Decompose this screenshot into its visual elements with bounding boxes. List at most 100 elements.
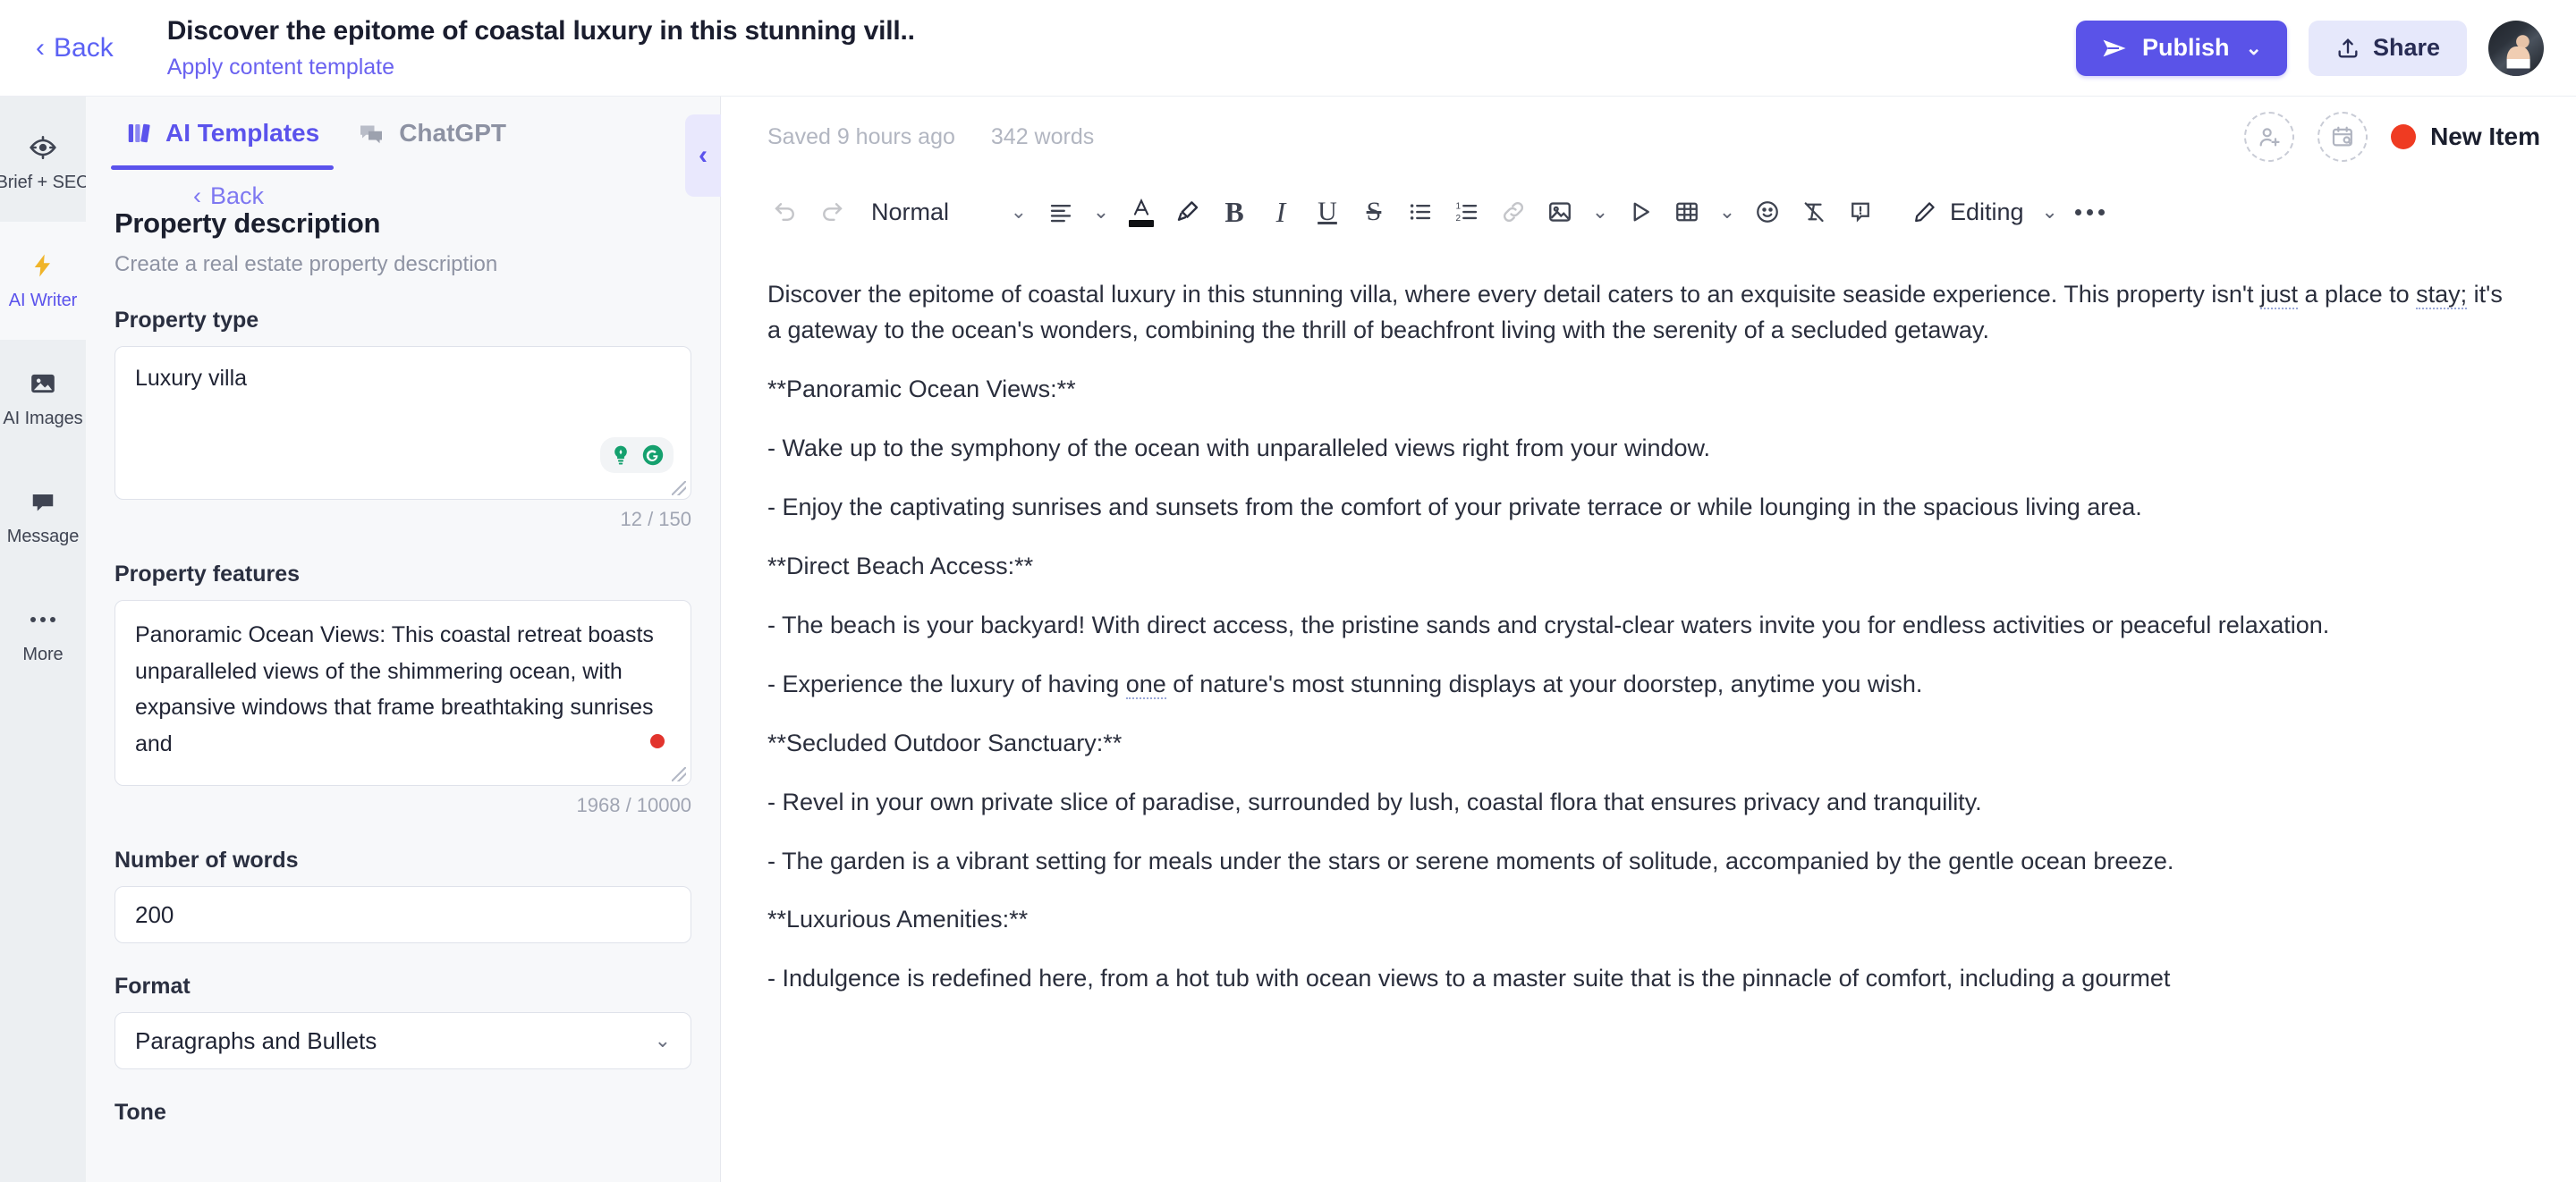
publish-label: Publish [2142, 34, 2230, 61]
bullet-6: - The garden is a vibrant setting for me… [767, 847, 2174, 874]
align-button[interactable] [1039, 190, 1082, 233]
property-type-input[interactable]: Luxury villa [114, 346, 691, 500]
property-features-input[interactable]: Panoramic Ocean Views: This coastal retr… [114, 600, 691, 786]
tab-ai-templates[interactable]: AI Templates [111, 97, 335, 170]
chat-bubble-icon [28, 486, 58, 517]
bullet-5: - Revel in your own private slice of par… [767, 788, 1982, 815]
bullet-list-icon [1410, 204, 1431, 220]
text-a: Discover the epitome of coastal luxury i… [767, 281, 2260, 308]
title-block: Discover the epitome of coastal luxury i… [167, 16, 2076, 80]
table-chevron[interactable]: ⌄ [1712, 190, 1742, 233]
sidebar-label: Message [6, 527, 80, 546]
sidebar-item-message[interactable]: Message [0, 458, 86, 576]
word-count: 342 words [990, 123, 1095, 149]
bullet-list-button[interactable] [1399, 190, 1442, 233]
text-color-button[interactable] [1120, 190, 1163, 233]
status-dot [650, 734, 665, 748]
grammarly-icon[interactable] [640, 442, 666, 469]
comment-button[interactable] [1839, 190, 1882, 233]
back-button[interactable]: ‹ Back [27, 26, 123, 71]
numbered-list-icon: 1 2 [1456, 201, 1478, 224]
insert-image-button[interactable] [1538, 190, 1581, 233]
field-label: Number of words [114, 848, 299, 873]
spellcheck-word: one [1125, 670, 1166, 699]
resize-handle[interactable] [672, 481, 686, 495]
editing-label: Editing [1950, 198, 2024, 225]
text-b: of nature's most stunning displays at yo… [1165, 670, 1923, 697]
add-person-button[interactable] [2244, 112, 2295, 162]
format-select[interactable]: Paragraphs and Bullets ⌄ [114, 1012, 691, 1069]
sidebar-item-ai-writer[interactable]: AI Writer [0, 222, 86, 340]
field-label: Property type [114, 308, 259, 333]
insert-video-button[interactable] [1619, 190, 1662, 233]
header-actions: Publish ⌄ Share [2076, 20, 2544, 76]
svg-text:1: 1 [1456, 201, 1462, 211]
editor-toolbar: Normal ⌄ ⌄ B I U S 1 2 ⌄ ⌄ Editing ⌄ [721, 177, 2576, 247]
sidebar-label: AI Writer [8, 291, 78, 310]
redo-button[interactable] [810, 190, 853, 233]
pencil-icon [1915, 202, 1935, 223]
share-button[interactable]: Share [2308, 20, 2467, 76]
panel-back-label: Back [210, 182, 265, 209]
image-icon [1549, 202, 1571, 222]
panel-back-link[interactable]: ‹ Back [193, 182, 264, 210]
undo-button[interactable] [764, 190, 807, 233]
play-icon [1633, 202, 1649, 222]
editor-pane: Saved 9 hours ago 342 words New Item Nor… [721, 97, 2576, 1182]
apply-content-template-link[interactable]: Apply content template [167, 55, 2076, 80]
target-icon [28, 132, 58, 163]
field-property-features: Property features Panoramic Ocean Views:… [114, 561, 691, 817]
bold-button[interactable]: B [1213, 190, 1256, 233]
panel-tabs: AI Templates ChatGPT [86, 97, 720, 170]
paragraph-style-select[interactable]: Normal ⌄ [857, 190, 1036, 233]
clear-format-icon [1804, 202, 1824, 223]
sidebar-item-more[interactable]: More [0, 576, 86, 694]
paragraph-style-value: Normal [871, 198, 950, 225]
avatar[interactable] [2488, 20, 2544, 76]
svg-text:2: 2 [1456, 214, 1462, 224]
bullet-4: - Experience the luxury of having one of… [767, 667, 2504, 703]
align-chevron[interactable]: ⌄ [1086, 190, 1116, 233]
italic-button[interactable]: I [1259, 190, 1302, 233]
underline-button[interactable]: U [1306, 190, 1349, 233]
sidebar-item-brief-seo[interactable]: Brief + SEO [0, 104, 90, 222]
tab-chatgpt[interactable]: ChatGPT [343, 97, 521, 170]
underline-icon: U [1318, 197, 1337, 226]
schedule-button[interactable] [2318, 112, 2368, 162]
link-button[interactable] [1492, 190, 1535, 233]
new-item-status[interactable]: New Item [2391, 122, 2540, 151]
image-chevron[interactable]: ⌄ [1585, 190, 1615, 233]
property-type-wrap: Luxury villa [114, 346, 691, 500]
collapse-panel-button[interactable]: ‹ [685, 114, 721, 197]
resize-handle[interactable] [672, 767, 686, 781]
insert-table-button[interactable] [1665, 190, 1708, 233]
field-label: Tone [114, 1100, 166, 1125]
lightbulb-icon[interactable] [607, 442, 634, 469]
char-counter: 12 / 150 [620, 508, 691, 530]
numbered-list-button[interactable]: 1 2 [1445, 190, 1488, 233]
publish-button[interactable]: Publish ⌄ [2076, 20, 2287, 76]
emoji-button[interactable] [1746, 190, 1789, 233]
body: Brief + SEO AI Writer AI Images Message … [0, 97, 2576, 1182]
sidebar-label: More [22, 645, 64, 664]
saved-status: Saved 9 hours ago [767, 123, 955, 149]
strikethrough-button[interactable]: S [1352, 190, 1395, 233]
document-body[interactable]: Discover the epitome of coastal luxury i… [721, 247, 2576, 1182]
clear-format-button[interactable] [1792, 190, 1835, 233]
editing-mode-button[interactable]: Editing [1902, 190, 2031, 233]
app-root: ‹ Back Discover the epitome of coastal l… [0, 0, 2576, 1182]
number-of-words-input[interactable]: 200 [114, 886, 691, 943]
bullet-3: - The beach is your backyard! With direc… [767, 611, 2330, 638]
upload-icon [2338, 38, 2358, 57]
highlight-button[interactable] [1166, 190, 1209, 233]
share-label: Share [2372, 34, 2440, 61]
more-options-button[interactable] [2069, 190, 2112, 233]
emoji-icon [1757, 201, 1778, 223]
bullet-2: - Enjoy the captivating sunrises and sun… [767, 493, 2142, 520]
editing-chevron[interactable]: ⌄ [2035, 190, 2065, 233]
template-title: Property description [114, 207, 381, 239]
sidebar-item-ai-images[interactable]: AI Images [0, 340, 86, 458]
heading-secluded-outdoor-sanctuary: **Secluded Outdoor Sanctuary:** [767, 729, 1123, 756]
grammarly-widget [600, 437, 674, 473]
sidebar-label: Brief + SEO [0, 173, 90, 192]
